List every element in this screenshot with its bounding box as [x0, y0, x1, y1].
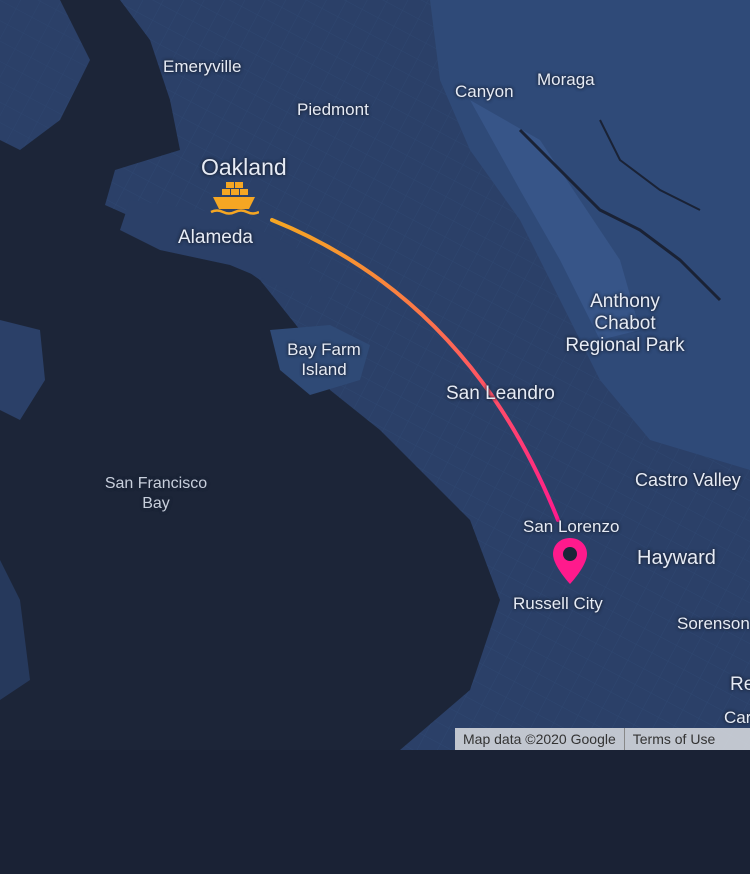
place-label-line: San Francisco: [104, 475, 208, 492]
place-label-alameda: Alameda: [178, 227, 253, 248]
place-label-moraga: Moraga: [537, 70, 595, 89]
map-data-credit: Map data ©2020 Google: [463, 731, 616, 747]
place-label-line: Regional Park: [565, 335, 685, 356]
place-label-re: Re: [730, 674, 750, 695]
place-label-car: Car: [724, 708, 750, 727]
place-label-russell-city: Russell City: [513, 594, 603, 613]
place-label-sf-bay: San Francisco Bay: [100, 474, 212, 514]
place-label-san-lorenzo: San Lorenzo: [523, 517, 620, 536]
place-label-castro-valley: Castro Valley: [635, 470, 741, 490]
place-label-anthony-chabot: Anthony Chabot Regional Park: [560, 291, 690, 357]
place-label-canyon: Canyon: [455, 82, 514, 101]
place-label-sorenson: Sorenson: [677, 614, 750, 633]
place-label-line: Bay: [142, 495, 170, 512]
page-footer-area: [0, 750, 750, 874]
place-label-line: Anthony: [590, 291, 660, 312]
place-label-bay-farm-island: Bay Farm Island: [276, 340, 372, 380]
place-label-oakland: Oakland: [201, 154, 287, 180]
place-label-emeryville: Emeryville: [163, 57, 242, 76]
place-label-line: Bay Farm: [287, 340, 361, 359]
place-label-san-leandro: San Leandro: [446, 383, 555, 404]
place-label-line: Chabot: [594, 313, 656, 334]
terms-of-use-link[interactable]: Terms of Use: [623, 728, 723, 750]
map-view[interactable]: Emeryville Piedmont Canyon Moraga Oaklan…: [0, 0, 750, 750]
place-label-line: Island: [301, 360, 347, 379]
place-label-hayward: Hayward: [637, 547, 716, 569]
map-terrain: [0, 0, 750, 750]
place-label-piedmont: Piedmont: [297, 100, 369, 119]
map-attribution: Map data ©2020 Google Terms of Use: [455, 728, 750, 750]
map-pin-icon[interactable]: [551, 536, 589, 591]
cargo-ship-icon[interactable]: [209, 180, 260, 223]
